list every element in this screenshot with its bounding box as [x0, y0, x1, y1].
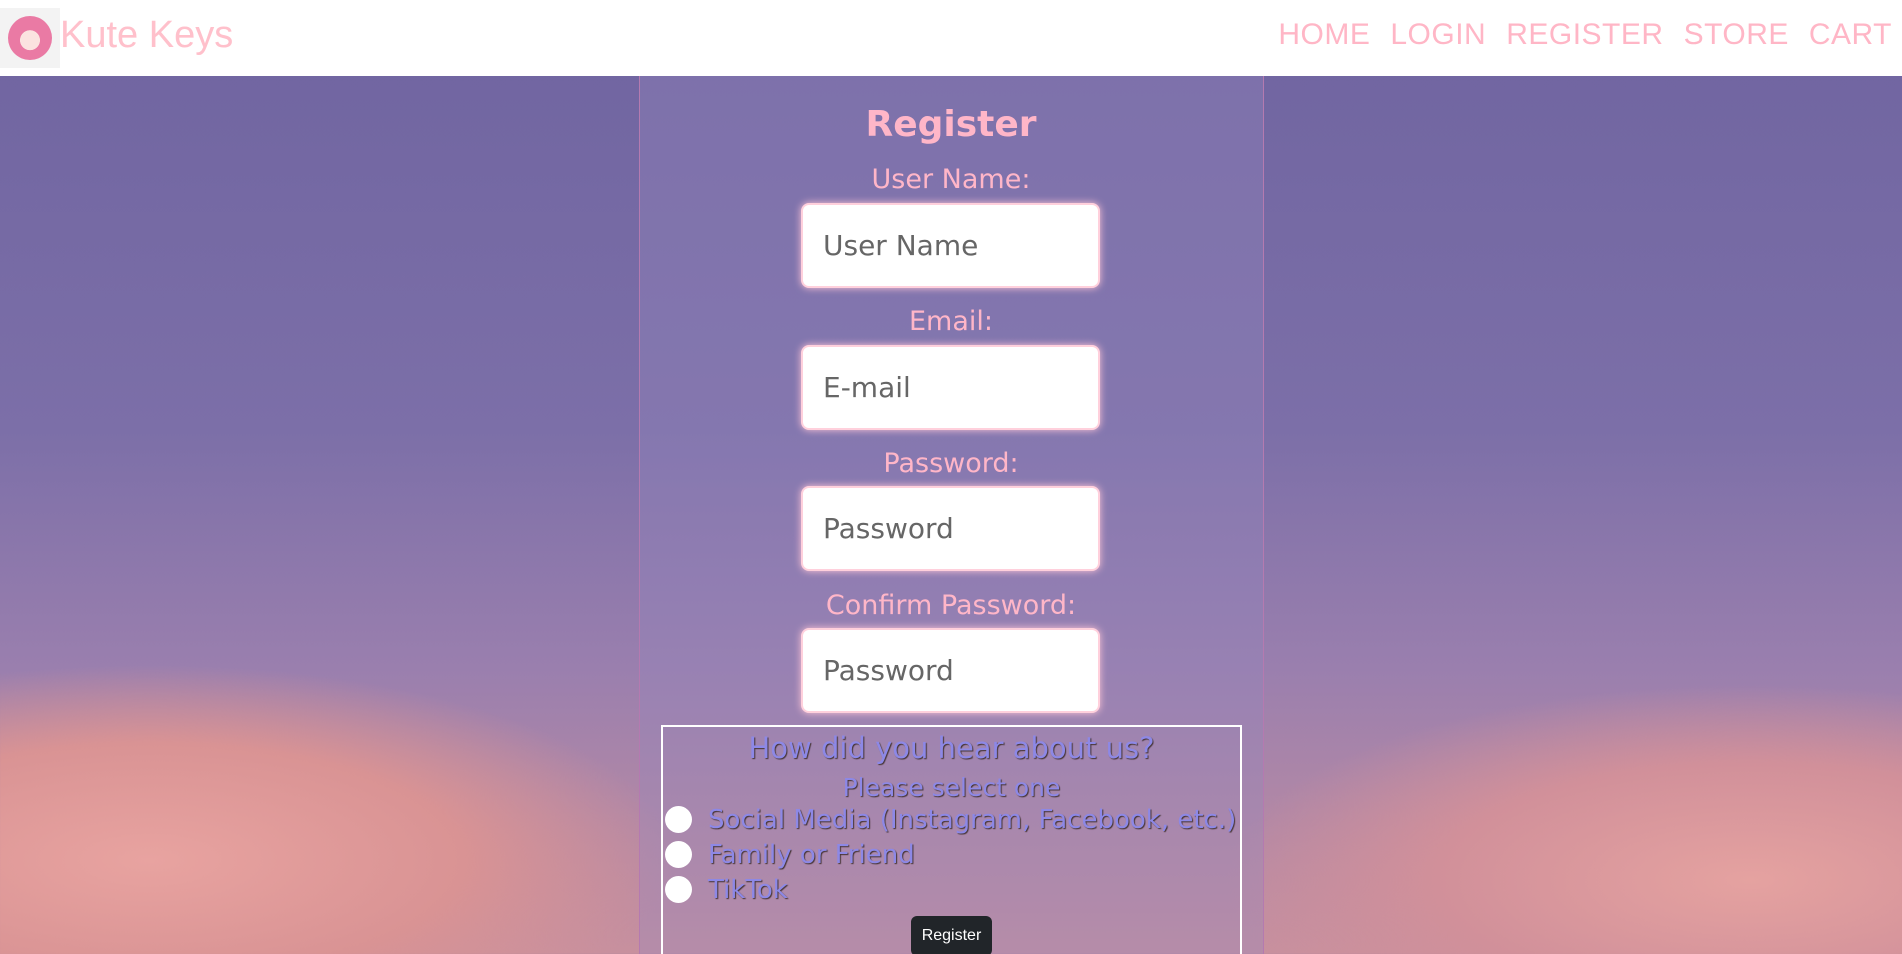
email-label: Email: — [908, 306, 993, 337]
radio-button[interactable] — [665, 841, 692, 868]
option-tiktok[interactable]: TikTok — [663, 872, 1240, 907]
survey-question: How did you hear about us? — [748, 731, 1155, 765]
nav-store[interactable]: STORE — [1684, 18, 1789, 52]
nav-register[interactable]: REGISTER — [1506, 18, 1663, 52]
option-label: TikTok — [708, 874, 788, 905]
register-button[interactable]: Register — [911, 916, 992, 954]
option-family-friend[interactable]: Family or Friend — [663, 837, 1240, 872]
confirm-password-input[interactable] — [801, 628, 1100, 713]
radio-button[interactable] — [665, 806, 692, 833]
confirm-password-label: Confirm Password: — [825, 590, 1077, 621]
password-label: Password: — [883, 448, 1019, 479]
option-label: Family or Friend — [708, 839, 915, 870]
nav-cart[interactable]: CART — [1809, 18, 1892, 52]
logo-image[interactable] — [0, 8, 60, 68]
option-social-media[interactable]: Social Media (Instagram, Facebook, etc.) — [663, 802, 1240, 837]
nav-login[interactable]: LOGIN — [1390, 18, 1486, 52]
brand-name[interactable]: Kute Keys — [60, 14, 233, 57]
nav-home[interactable]: HOME — [1278, 18, 1370, 52]
option-label: Social Media (Instagram, Facebook, etc.) — [708, 804, 1237, 835]
radio-button[interactable] — [665, 876, 692, 903]
survey-hint: Please select one — [842, 773, 1061, 802]
navbar: Kute Keys HOME LOGIN REGISTER STORE CART — [0, 0, 1902, 76]
username-label: User Name: — [871, 164, 1031, 195]
username-input[interactable] — [801, 203, 1100, 288]
mascot-icon — [8, 16, 52, 60]
nav-links: HOME LOGIN REGISTER STORE CART — [1278, 18, 1892, 52]
password-input[interactable] — [801, 486, 1100, 571]
page-title: Register — [865, 104, 1037, 145]
email-input[interactable] — [801, 345, 1100, 430]
